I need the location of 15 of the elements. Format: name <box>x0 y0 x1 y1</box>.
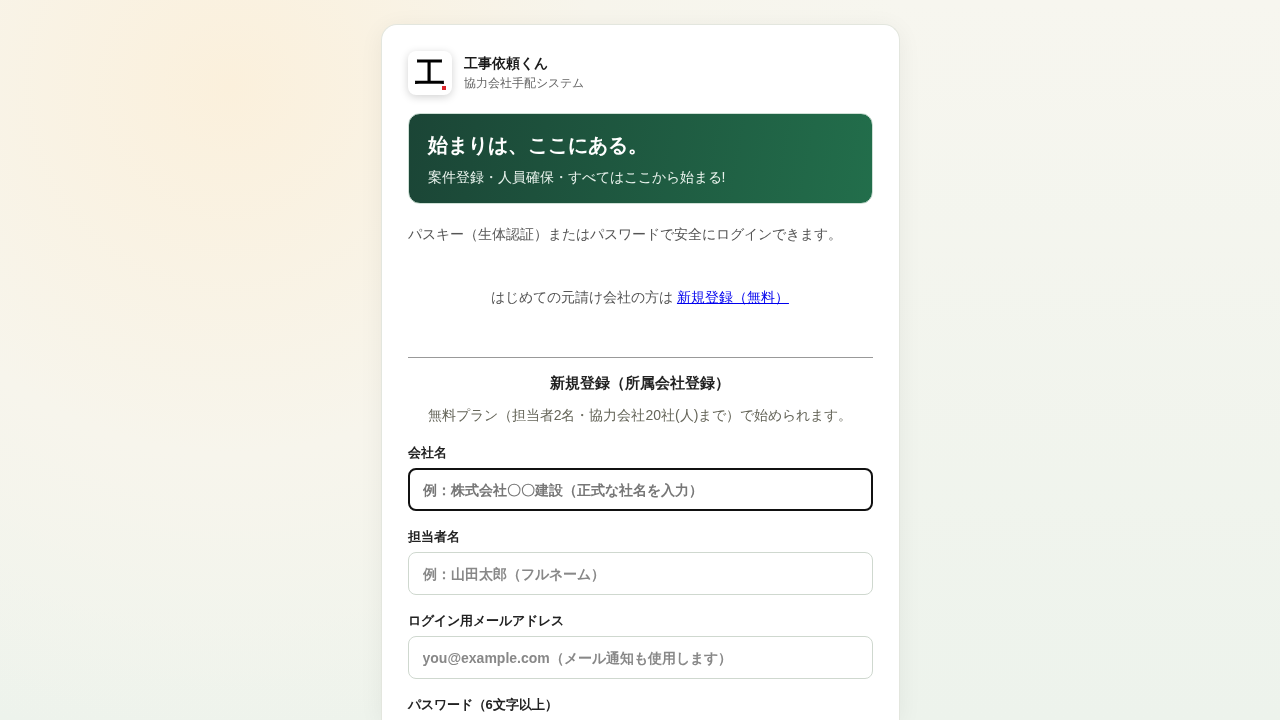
field-label: パスワード（6文字以上） <box>407 696 559 714</box>
signup-link[interactable]: 新規登録（無料） <box>676 289 789 305</box>
app-title: 工事依頼くん <box>463 54 549 73</box>
app-logo: 工 <box>407 51 452 95</box>
app-subtitle: 協力会社手配システム <box>463 75 584 92</box>
registration-title: 新規登録（所属会社登録） <box>549 373 731 393</box>
hero-heading: 始まりは、ここにある。 <box>427 133 649 158</box>
hero-tagline: 案件登録・人員確保・すべてはここから始まる! <box>427 168 727 187</box>
field-label: ログイン用メールアドレス <box>407 612 565 630</box>
field-label: 会社名 <box>407 444 448 462</box>
intro-text: パスキー（生体認証）またはパスワードで安全にログインできます。 <box>407 225 843 244</box>
field-label: 担当者名 <box>407 528 461 546</box>
registration-note: 無料プラン（担当者2名・協力会社20社(人)まで）で始められます。 <box>426 406 854 425</box>
signup-prompt: はじめての元請け会社の方は 新規登録（無料） <box>490 288 790 307</box>
input-field[interactable]: 例：株式会社〇〇建設（正式な社名を入力） <box>407 468 873 511</box>
